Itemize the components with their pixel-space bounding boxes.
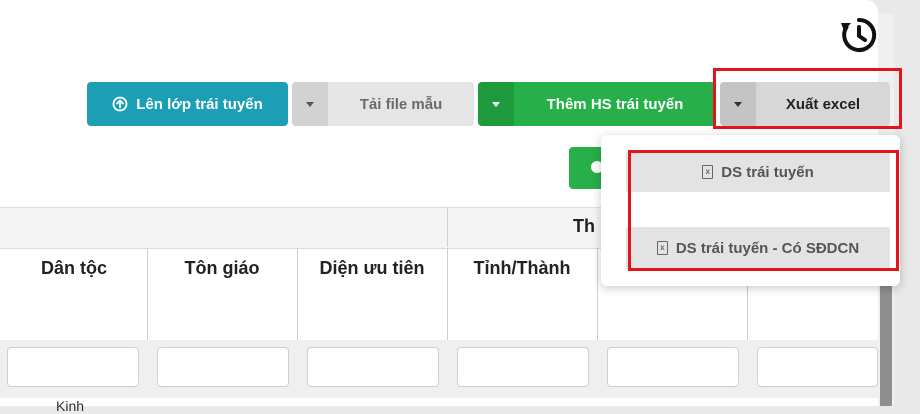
filter-input-province[interactable] (457, 347, 589, 387)
download-template-label: Tải file mẫu (359, 95, 443, 113)
column-header-priority[interactable]: Diện ưu tiên (298, 258, 446, 279)
filter-input-col5[interactable] (607, 347, 739, 387)
add-student-button[interactable]: Thêm HS trái tuyến (478, 82, 716, 126)
column-header-province[interactable]: Tỉnh/Thành (448, 258, 596, 279)
column-header-ethnicity[interactable]: Dân tộc (0, 258, 148, 279)
column-header-religion[interactable]: Tôn giáo (148, 258, 296, 279)
filter-input-ethnicity[interactable] (7, 347, 139, 387)
add-student-dropdown-toggle[interactable] (478, 82, 514, 126)
secondary-green-button[interactable] (569, 147, 605, 189)
caret-down-icon (492, 101, 500, 107)
download-template-button[interactable]: Tải file mẫu (292, 82, 474, 126)
add-student-label: Thêm HS trái tuyến (546, 95, 684, 113)
group-header-label: Th (573, 216, 595, 236)
filter-input-priority[interactable] (307, 347, 439, 387)
promote-class-label: Lên lớp trái tuyến (136, 95, 263, 113)
group-divider (447, 207, 448, 247)
caret-down-icon (306, 101, 314, 107)
promote-class-button[interactable]: Lên lớp trái tuyến (87, 82, 288, 126)
table-cell-ethnicity: Kinh (56, 398, 85, 414)
download-template-dropdown-toggle[interactable] (292, 82, 328, 126)
highlight-box-export (713, 68, 902, 129)
circle-arrow-up-icon (112, 96, 128, 112)
filter-input-col6[interactable] (757, 347, 878, 387)
scrollbar-thumb[interactable] (880, 285, 892, 406)
highlight-box-menu (628, 150, 899, 271)
history-icon[interactable] (838, 14, 880, 56)
filter-input-religion[interactable] (157, 347, 289, 387)
